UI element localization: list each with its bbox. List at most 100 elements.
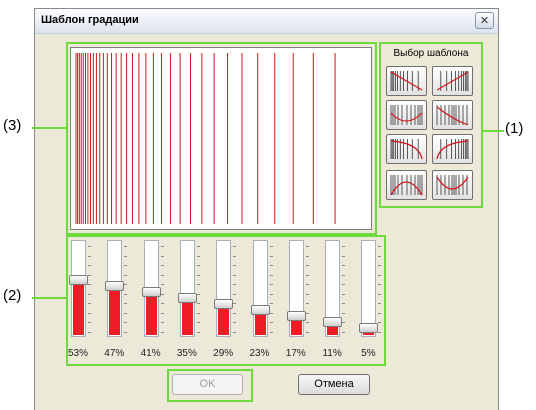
gradation-lines — [75, 53, 336, 224]
slider-tick — [160, 331, 164, 333]
density-slider-track[interactable] — [288, 240, 304, 337]
slider-tick — [196, 303, 200, 304]
slider-tick — [305, 303, 309, 304]
density-slider-thumb[interactable] — [323, 317, 343, 327]
density-slider-fill — [109, 285, 121, 335]
slider-tick — [233, 331, 237, 333]
density-value-label: 5% — [361, 348, 376, 359]
slider-tick — [233, 246, 237, 247]
slider-tick — [196, 322, 200, 323]
gradation-pattern-icon — [436, 105, 469, 126]
density-slider-track[interactable] — [179, 240, 195, 337]
gradation-pattern-icon — [436, 175, 469, 195]
gradation-pattern-icon — [390, 71, 423, 91]
close-button[interactable]: ✕ — [475, 12, 494, 29]
slider-tick — [378, 284, 382, 285]
slider-tick — [342, 255, 346, 257]
callout-1: (1) — [505, 120, 524, 137]
slider-tick — [305, 293, 309, 295]
slider-tick — [269, 265, 273, 266]
ok-button[interactable]: OK — [172, 374, 243, 395]
slider-tick — [305, 255, 309, 257]
slider-tick — [88, 331, 91, 333]
slider-tick — [233, 303, 237, 304]
slider-tick — [342, 293, 346, 295]
slider-tick — [269, 293, 273, 295]
slider-tick — [269, 322, 273, 323]
slider-tick — [342, 246, 346, 247]
pattern-1-button[interactable] — [386, 66, 427, 96]
density-slider-thumb[interactable] — [359, 323, 379, 333]
density-value-label: 11% — [322, 348, 342, 359]
pattern-2-button[interactable] — [432, 66, 473, 96]
gradation-preview — [70, 47, 372, 230]
slider-tick — [233, 312, 237, 314]
slider-tick — [378, 265, 382, 266]
callout-2: (2) — [3, 287, 22, 304]
slider-tick — [124, 312, 128, 314]
density-value-label: 35% — [176, 348, 197, 359]
density-slider-thumb[interactable] — [105, 281, 125, 291]
pattern-6-button[interactable] — [432, 134, 473, 164]
slider-tick — [305, 246, 309, 247]
slider-tick — [305, 331, 309, 333]
slider-tick — [233, 293, 237, 295]
density-slider-thumb[interactable] — [286, 311, 306, 321]
density-slider-thumb[interactable] — [141, 287, 161, 297]
slider-tick — [160, 284, 164, 285]
pattern-panel-title: Выбор шаблона — [393, 48, 469, 59]
slider-tick — [88, 284, 91, 285]
density-value-label: 53% — [67, 348, 88, 359]
density-value-label: 17% — [285, 348, 306, 359]
slider-tick — [88, 322, 91, 323]
slider-tick — [269, 312, 273, 314]
density-slider-track[interactable] — [216, 240, 232, 337]
slider-tick — [378, 312, 382, 314]
slider-tick — [196, 331, 200, 333]
gradation-pattern-icon — [390, 105, 423, 125]
density-slider-track[interactable] — [252, 240, 268, 337]
slider-tick — [233, 255, 237, 257]
slider-tick — [88, 255, 91, 257]
title-bar[interactable]: Шаблон градации ✕ — [35, 9, 498, 34]
density-value-label: 23% — [249, 348, 270, 359]
density-slider-fill — [73, 279, 84, 335]
slider-tick — [160, 274, 164, 276]
slider-tick — [305, 265, 309, 266]
density-slider-thumb[interactable] — [177, 293, 197, 303]
pattern-3-button[interactable] — [386, 100, 427, 130]
density-slider-thumb[interactable] — [250, 305, 270, 315]
slider-tick — [269, 331, 273, 333]
slider-tick — [342, 331, 346, 333]
slider-tick — [88, 265, 91, 266]
slider-tick — [124, 246, 128, 247]
slider-tick — [124, 303, 128, 304]
pattern-5-button[interactable] — [386, 134, 427, 164]
density-slider-track[interactable] — [71, 240, 86, 337]
density-slider-thumb[interactable] — [214, 299, 234, 309]
cancel-button[interactable]: Отмена — [298, 374, 370, 395]
slider-tick — [233, 265, 237, 266]
slider-tick — [269, 284, 273, 285]
slider-tick — [196, 274, 200, 276]
slider-tick — [378, 255, 382, 257]
slider-tick — [378, 293, 382, 295]
slider-tick — [160, 265, 164, 266]
slider-tick — [196, 284, 200, 285]
slider-tick — [88, 246, 91, 247]
slider-tick — [233, 322, 237, 323]
callout-3-leader — [32, 127, 68, 129]
slider-tick — [196, 312, 200, 314]
slider-tick — [196, 246, 200, 247]
callout-2-leader — [32, 297, 68, 299]
slider-tick — [342, 322, 346, 323]
slider-tick — [305, 312, 309, 314]
pattern-8-button[interactable] — [432, 170, 473, 200]
slider-tick — [160, 312, 164, 314]
density-slider-thumb[interactable] — [69, 275, 88, 285]
slider-tick — [305, 284, 309, 285]
pattern-4-button[interactable] — [432, 100, 473, 130]
pattern-7-button[interactable] — [386, 170, 427, 200]
slider-tick — [269, 255, 273, 257]
slider-tick — [196, 293, 200, 295]
